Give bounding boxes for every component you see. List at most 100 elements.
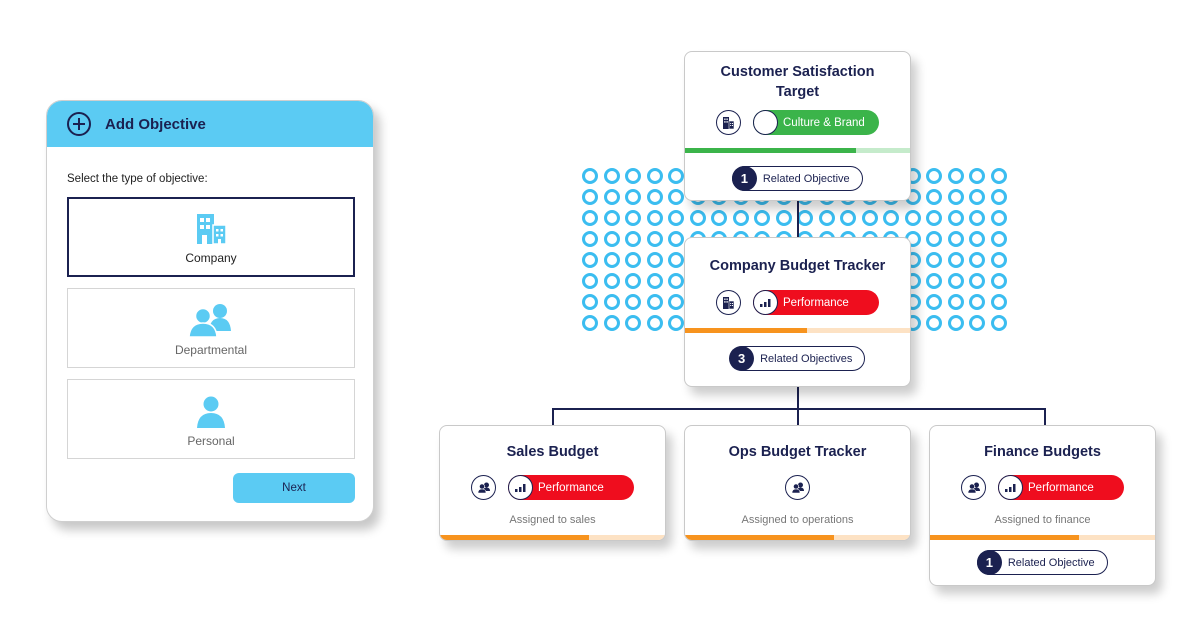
pattern-dot xyxy=(818,210,835,226)
objective-type-company[interactable]: Company xyxy=(67,197,355,277)
pattern-dot xyxy=(603,315,620,331)
pattern-dot xyxy=(926,210,942,226)
pattern-dot xyxy=(646,273,663,289)
group-icon xyxy=(477,482,490,493)
departmental-type-badge xyxy=(785,475,810,500)
assigned-to-text: Assigned to operations xyxy=(741,514,854,526)
category-pill[interactable]: Performance xyxy=(508,475,634,500)
pattern-dot xyxy=(582,210,598,226)
group-icon xyxy=(188,304,231,337)
pattern-dot xyxy=(969,189,985,205)
related-label: Related Objectives xyxy=(760,352,853,365)
pattern-dot xyxy=(668,168,684,184)
pattern-dot xyxy=(926,273,942,289)
pattern-dot xyxy=(947,273,964,289)
next-button[interactable]: Next xyxy=(233,473,355,503)
pattern-dot xyxy=(689,210,706,226)
pattern-dot xyxy=(969,315,985,331)
pattern-dot xyxy=(625,168,641,184)
related-objectives-button[interactable]: 1 Related Objective xyxy=(731,166,863,191)
progress-bar xyxy=(440,535,665,540)
connector-line xyxy=(552,408,554,426)
pattern-dot xyxy=(646,315,663,331)
card-title: Finance Budgets xyxy=(984,444,1101,460)
card-title: Customer Satisfaction Target xyxy=(720,64,875,100)
related-objectives-button[interactable]: 3 Related Objectives xyxy=(729,346,866,371)
pattern-dot xyxy=(582,189,598,205)
category-pill[interactable]: Performance xyxy=(753,290,879,315)
pattern-dot xyxy=(582,168,598,184)
pattern-dot xyxy=(969,210,985,226)
pattern-dot xyxy=(582,252,598,268)
pattern-dot xyxy=(883,210,899,226)
related-objectives-button[interactable]: 1 Related Objective xyxy=(976,550,1108,575)
pattern-dot xyxy=(646,294,663,310)
pattern-dot xyxy=(947,315,964,331)
progress-fill xyxy=(930,535,1079,540)
objective-card-company-budget-tracker[interactable]: Company Budget Tracker Performance 3 Rel… xyxy=(684,237,911,387)
assigned-to-text: Assigned to finance xyxy=(994,514,1091,526)
pattern-dot xyxy=(625,294,641,310)
related-count: 1 xyxy=(976,550,1002,575)
pattern-dot xyxy=(603,189,620,205)
category-pill[interactable]: Culture & Brand xyxy=(753,110,879,135)
related-count: 1 xyxy=(731,166,757,191)
objective-card-sales-budget[interactable]: Sales Budget Performance Assigned to sal… xyxy=(439,425,666,541)
pattern-dot xyxy=(990,210,1007,226)
pattern-dot xyxy=(990,189,1007,205)
progress-fill xyxy=(685,535,834,540)
pattern-dot xyxy=(668,252,684,268)
objective-card-ops-budget-tracker[interactable]: Ops Budget Tracker Assigned to operation… xyxy=(684,425,911,541)
pattern-dot xyxy=(797,210,813,226)
progress-bar xyxy=(930,535,1155,540)
pattern-dot xyxy=(625,252,641,268)
category-label: Performance xyxy=(538,481,604,494)
departmental-type-badge xyxy=(471,475,496,500)
pattern-dot xyxy=(990,273,1007,289)
connector-line xyxy=(797,200,799,238)
pattern-dot xyxy=(990,168,1007,184)
pattern-dot xyxy=(603,273,620,289)
pattern-dot xyxy=(926,189,942,205)
pattern-dot xyxy=(840,210,856,226)
pattern-dot xyxy=(646,231,663,247)
objective-type-departmental[interactable]: Departmental xyxy=(67,288,355,368)
pattern-dot xyxy=(969,252,985,268)
objective-card-customer-satisfaction[interactable]: Customer Satisfaction Target Culture & B… xyxy=(684,51,911,201)
departmental-type-badge xyxy=(961,475,986,500)
group-icon xyxy=(791,482,804,493)
pattern-dot xyxy=(947,189,964,205)
pattern-dot xyxy=(582,231,598,247)
plus-circle-icon xyxy=(67,112,91,136)
objective-type-personal[interactable]: Personal xyxy=(67,379,355,459)
person-icon xyxy=(197,396,225,428)
card-title: Ops Budget Tracker xyxy=(728,444,867,460)
pattern-dot xyxy=(625,231,641,247)
pattern-dot xyxy=(668,273,684,289)
pattern-dot xyxy=(668,210,684,226)
dialog-title: Add Objective xyxy=(105,115,206,133)
pattern-dot xyxy=(947,231,964,247)
pattern-dot xyxy=(990,315,1007,331)
pattern-dot xyxy=(668,294,684,310)
pattern-dot xyxy=(711,210,727,226)
dialog-header: Add Objective xyxy=(47,101,373,147)
pattern-dot xyxy=(646,252,663,268)
progress-fill xyxy=(685,328,807,333)
pattern-dot xyxy=(646,189,663,205)
pattern-dot xyxy=(861,210,878,226)
building-icon xyxy=(723,297,735,309)
bar-chart-icon xyxy=(508,475,533,500)
connector-line xyxy=(797,408,799,426)
pattern-dot xyxy=(625,315,641,331)
objective-type-label: Personal xyxy=(187,434,235,448)
pattern-dot xyxy=(582,273,598,289)
pattern-dot xyxy=(969,294,985,310)
assigned-to-text: Assigned to sales xyxy=(509,514,596,526)
category-pill[interactable]: Performance xyxy=(998,475,1124,500)
progress-bar xyxy=(685,148,910,153)
related-count: 3 xyxy=(729,346,755,371)
objective-card-finance-budgets[interactable]: Finance Budgets Performance Assigned to … xyxy=(929,425,1156,586)
pattern-dot xyxy=(926,168,942,184)
bar-chart-icon xyxy=(753,290,778,315)
